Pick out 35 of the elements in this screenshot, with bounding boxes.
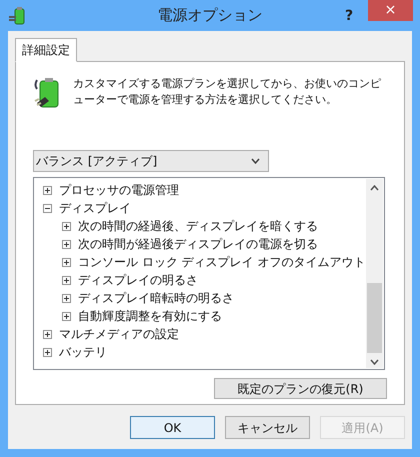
chevron-down-icon xyxy=(251,158,260,164)
help-button[interactable]: ? xyxy=(345,6,354,27)
tree-item[interactable]: ディスプレイ xyxy=(59,199,131,217)
tree-item[interactable]: バッテリ xyxy=(59,343,107,361)
description-text: カスタマイズする電源プランを選択してから、お使いのコンピューターで電源を管理する方法を選択してください。 xyxy=(73,76,382,108)
tree-item[interactable]: プロセッサの電源管理 xyxy=(59,181,179,199)
expand-icon[interactable] xyxy=(43,330,52,338)
battery-plug-icon xyxy=(8,6,26,24)
tab[interactable]: 詳細設定 xyxy=(15,38,77,62)
tree-item[interactable]: ディスプレイの明るさ xyxy=(78,271,198,289)
tree-item[interactable]: 次の時間の経過後、ディスプレイを暗くする xyxy=(78,217,318,235)
expand-icon[interactable] xyxy=(62,312,71,320)
expand-icon[interactable] xyxy=(62,240,71,248)
expand-icon[interactable] xyxy=(43,186,52,194)
close-button[interactable]: × xyxy=(368,0,413,21)
restore-defaults-button[interactable]: 既定のプランの復元(R) xyxy=(214,378,387,399)
expand-icon[interactable] xyxy=(62,222,71,230)
tree-item[interactable]: 次の時間が経過後ディスプレイの電源を切る xyxy=(78,235,318,253)
dialog-button[interactable]: OK xyxy=(130,416,215,439)
chevron-down-icon[interactable] xyxy=(370,359,379,365)
window-title: 電源オプション xyxy=(156,5,264,26)
tree-item[interactable]: コンソール ロック ディスプレイ オフのタイムアウト xyxy=(78,253,366,271)
scrollbar-thumb[interactable] xyxy=(367,283,382,353)
collapse-icon[interactable] xyxy=(43,204,52,212)
tree-item[interactable]: ディスプレイ暗転時の明るさ xyxy=(78,289,234,307)
expand-icon[interactable] xyxy=(62,258,71,266)
tree-item[interactable]: マルチメディアの設定 xyxy=(59,325,179,343)
expand-icon[interactable] xyxy=(62,294,71,302)
plan-dropdown[interactable]: バランス [アクティブ] xyxy=(33,150,269,172)
expand-icon[interactable] xyxy=(43,348,52,356)
expand-icon[interactable] xyxy=(62,276,71,284)
tree-item[interactable]: 自動輝度調整を有効にする xyxy=(78,307,222,325)
scrollbar[interactable] xyxy=(366,179,383,368)
chevron-up-icon[interactable] xyxy=(370,185,379,191)
dialog-button[interactable]: キャンセル xyxy=(225,416,310,439)
